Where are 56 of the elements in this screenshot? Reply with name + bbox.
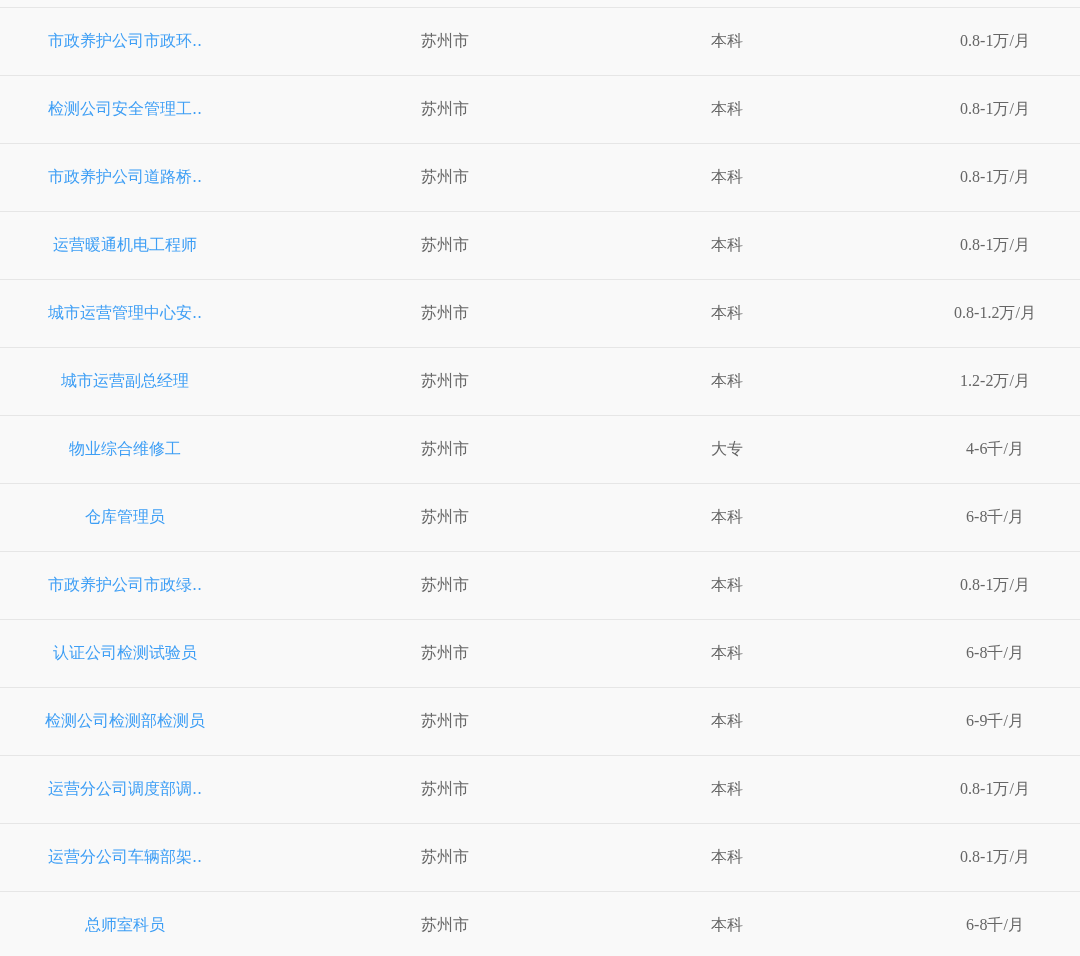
salary-text: 6-8千/月 <box>966 643 1024 663</box>
education-text: 本科 <box>711 643 743 664</box>
city-text: 苏州市 <box>421 167 469 188</box>
salary-text: 6-8千/月 <box>966 915 1024 935</box>
city-text: 苏州市 <box>421 371 469 392</box>
job-title-link[interactable]: 市政养护公司道路桥.. <box>47 167 203 188</box>
education-text: 大专 <box>711 439 743 460</box>
salary-text: 0.8-1.2万/月 <box>954 303 1036 323</box>
city-text: 苏州市 <box>421 575 469 596</box>
job-title-link[interactable]: 市政养护公司市政绿.. <box>47 575 203 596</box>
job-title-link[interactable]: 物业综合维修工 <box>69 439 181 460</box>
salary-text: 4-6千/月 <box>966 439 1024 459</box>
education-text: 本科 <box>711 847 743 868</box>
job-title-link[interactable]: 总师室科员 <box>85 915 165 936</box>
city-text: 苏州市 <box>421 915 469 936</box>
city-text: 苏州市 <box>421 303 469 324</box>
city-text: 苏州市 <box>421 507 469 528</box>
education-text: 本科 <box>711 99 743 120</box>
education-text: 本科 <box>711 575 743 596</box>
city-text: 苏州市 <box>421 847 469 868</box>
salary-text: 0.8-1万/月 <box>960 31 1030 51</box>
salary-text: 0.8-1万/月 <box>960 779 1030 799</box>
education-text: 本科 <box>711 303 743 324</box>
job-title-link[interactable]: 认证公司检测试验员 <box>53 643 197 664</box>
city-text: 苏州市 <box>421 779 469 800</box>
city-text: 苏州市 <box>421 235 469 256</box>
job-title-link[interactable]: 检测公司检测部检测员 <box>45 711 205 732</box>
job-title-link[interactable]: 运营分公司调度部调.. <box>47 779 203 800</box>
job-title-link[interactable]: 仓库管理员 <box>85 507 165 528</box>
job-title-link[interactable]: 检测公司安全管理工.. <box>47 99 203 120</box>
job-title-link[interactable]: 城市运营副总经理 <box>61 371 189 392</box>
education-text: 本科 <box>711 167 743 188</box>
education-text: 本科 <box>711 915 743 936</box>
city-text: 苏州市 <box>421 711 469 732</box>
job-title-link[interactable]: 城市运营管理中心安.. <box>47 303 203 324</box>
education-text: 本科 <box>711 711 743 732</box>
salary-text: 0.8-1万/月 <box>960 235 1030 255</box>
city-text: 苏州市 <box>421 99 469 120</box>
education-text: 本科 <box>711 235 743 256</box>
education-text: 本科 <box>711 371 743 392</box>
city-text: 苏州市 <box>421 643 469 664</box>
salary-text: 1.2-2万/月 <box>960 371 1030 391</box>
education-text: 本科 <box>711 779 743 800</box>
education-text: 本科 <box>711 507 743 528</box>
education-text: 本科 <box>711 31 743 52</box>
city-text: 苏州市 <box>421 31 469 52</box>
salary-text: 0.8-1万/月 <box>960 847 1030 867</box>
city-text: 苏州市 <box>421 439 469 460</box>
salary-text: 0.8-1万/月 <box>960 99 1030 119</box>
salary-text: 6-9千/月 <box>966 711 1024 731</box>
salary-text: 0.8-1万/月 <box>960 167 1030 187</box>
job-title-link[interactable]: 运营暖通机电工程师 <box>53 235 197 256</box>
salary-text: 0.8-1万/月 <box>960 575 1030 595</box>
job-title-link[interactable]: 市政养护公司市政环.. <box>47 31 203 52</box>
salary-text: 6-8千/月 <box>966 507 1024 527</box>
job-title-link[interactable]: 运营分公司车辆部架.. <box>47 847 203 868</box>
